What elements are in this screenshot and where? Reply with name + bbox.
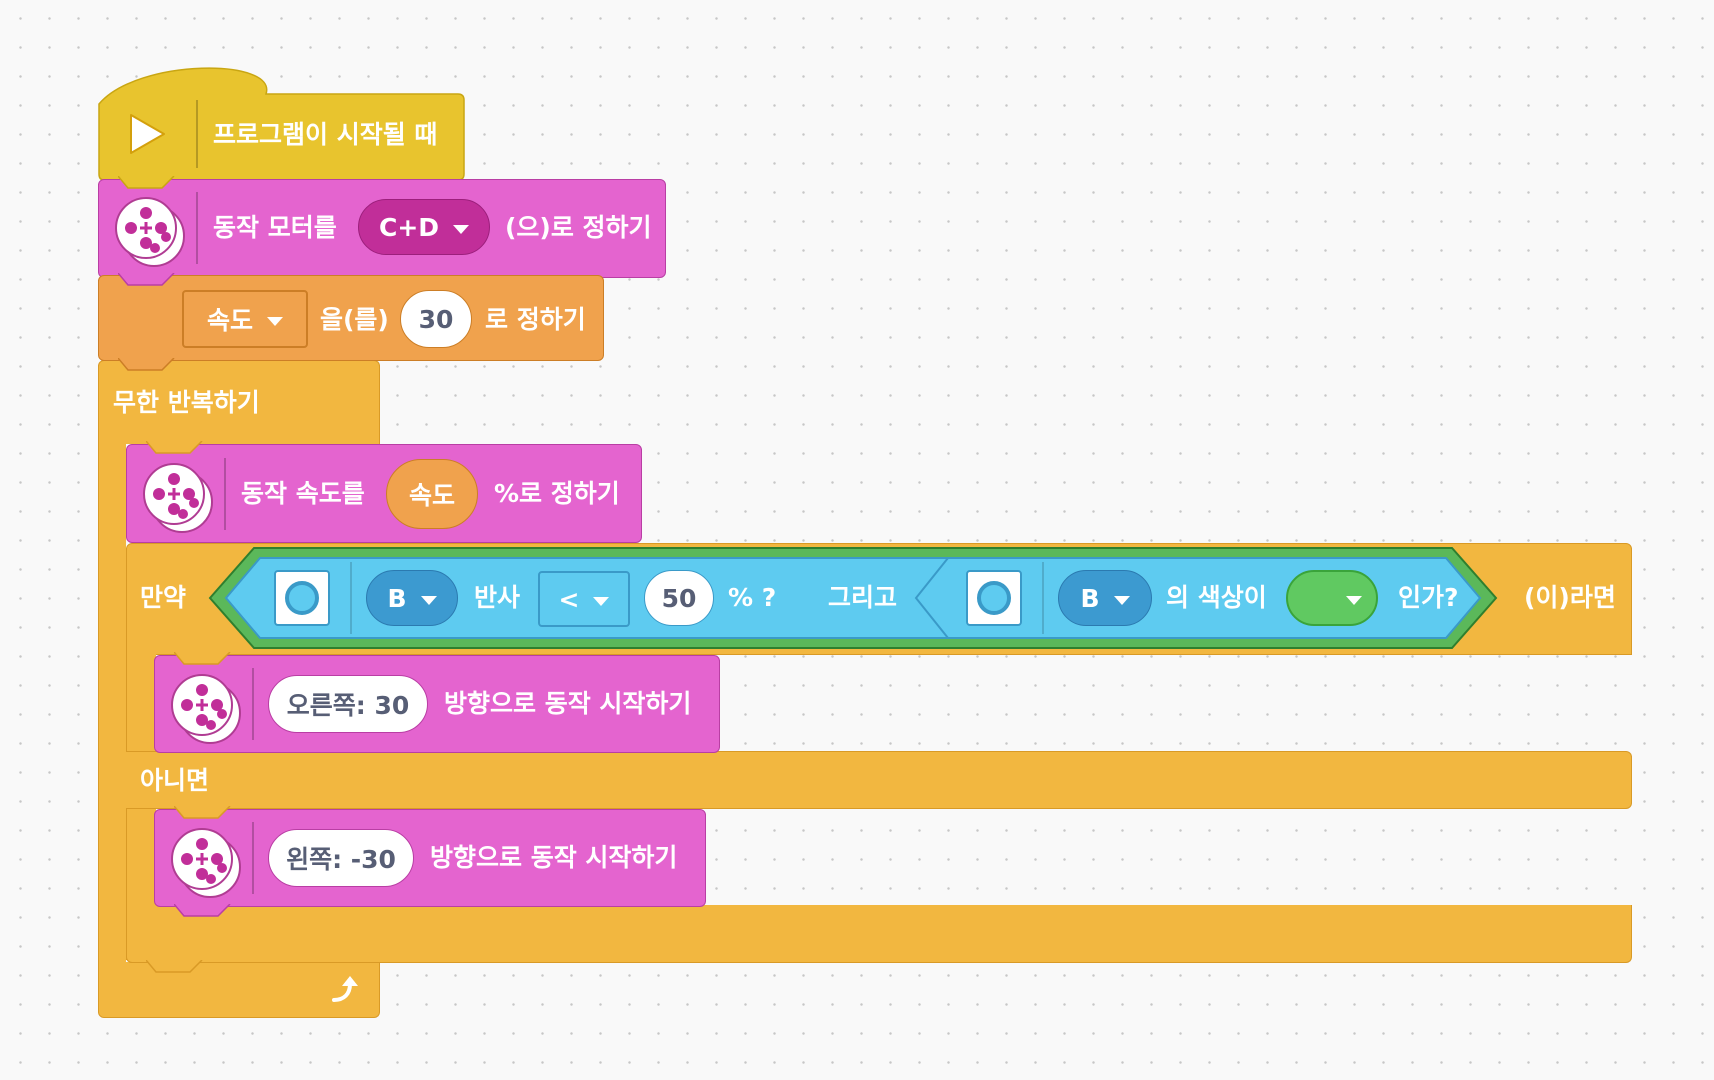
chevron-down-icon bbox=[420, 595, 437, 605]
notch bbox=[174, 806, 231, 819]
color-of-label: 의 색상이 bbox=[1166, 583, 1267, 612]
canvas: { "colors": { "event": "#e8c42e", "motor… bbox=[0, 0, 1714, 1080]
motor-ports-value: C+D bbox=[378, 212, 440, 242]
notch bbox=[174, 904, 231, 917]
start-left-suffix: 방향으로 동작 시작하기 bbox=[430, 843, 678, 872]
reflect-value-input[interactable]: 50 bbox=[644, 570, 714, 626]
percent-question-label: % ? bbox=[728, 583, 777, 612]
notch bbox=[118, 176, 175, 189]
notch bbox=[146, 441, 203, 454]
steering-right-input[interactable]: 오른쪽: 30 bbox=[268, 675, 428, 733]
chevron-down-icon bbox=[593, 596, 610, 606]
set-variable-middle: 을(를) bbox=[320, 305, 389, 334]
motor-ports-dropdown[interactable]: C+D bbox=[358, 199, 490, 255]
separator bbox=[196, 100, 198, 168]
set-motors-suffix: (으)로 정하기 bbox=[505, 213, 652, 242]
separator bbox=[1042, 562, 1044, 634]
steering-right-value: 오른쪽: 30 bbox=[286, 691, 410, 720]
chevron-down-icon bbox=[267, 316, 283, 326]
operator-dropdown[interactable]: < bbox=[538, 571, 630, 627]
motor-pair-icon bbox=[114, 196, 186, 268]
else-bar bbox=[126, 751, 1632, 809]
separator bbox=[252, 668, 254, 740]
separator bbox=[224, 458, 226, 530]
motor-pair-icon bbox=[170, 673, 242, 745]
variable-value-input[interactable]: 30 bbox=[400, 290, 472, 348]
chevron-down-icon bbox=[1113, 595, 1130, 605]
color-sensor-icon bbox=[966, 570, 1022, 626]
then-label: (이)라면 bbox=[1524, 583, 1616, 612]
steering-left-input[interactable]: 왼쪽: -30 bbox=[268, 829, 414, 887]
separator bbox=[350, 562, 352, 634]
speed-variable-reporter[interactable]: 속도 bbox=[386, 459, 478, 529]
set-motors-label: 동작 모터를 bbox=[213, 213, 337, 242]
reflect-label: 반사 bbox=[474, 583, 521, 612]
color-dropdown[interactable] bbox=[1286, 570, 1378, 626]
notch bbox=[146, 960, 203, 973]
loop-arrow-icon bbox=[332, 976, 358, 1002]
chevron-down-icon bbox=[1346, 595, 1362, 605]
is-question-label: 인가? bbox=[1398, 583, 1459, 612]
else-label: 아니면 bbox=[140, 766, 210, 795]
chevron-down-icon bbox=[453, 224, 470, 234]
set-variable-suffix: 로 정하기 bbox=[485, 305, 586, 334]
set-speed-label: 동작 속도를 bbox=[241, 479, 365, 508]
play-icon bbox=[130, 114, 165, 154]
variable-dropdown[interactable]: 속도 bbox=[182, 290, 308, 348]
color-sensor-icon bbox=[274, 570, 330, 626]
steering-left-value: 왼쪽: -30 bbox=[286, 845, 396, 874]
forever-label: 무한 반복하기 bbox=[113, 388, 260, 417]
port-value: B bbox=[1080, 583, 1100, 613]
motor-pair-icon bbox=[142, 462, 214, 534]
when-start-label: 프로그램이 시작될 때 bbox=[213, 120, 438, 149]
reflect-value: 50 bbox=[661, 583, 697, 613]
variable-value: 30 bbox=[418, 304, 454, 334]
variable-name: 속도 bbox=[206, 306, 253, 335]
and-label: 그리고 bbox=[828, 583, 898, 612]
notch bbox=[118, 273, 175, 286]
operator-value: < bbox=[558, 584, 580, 614]
port-dropdown-right[interactable]: B bbox=[1058, 570, 1152, 626]
if-else-footer-left bbox=[126, 905, 166, 963]
motor-pair-icon bbox=[170, 827, 242, 899]
if-label: 만약 bbox=[140, 583, 187, 612]
speed-variable-value: 속도 bbox=[408, 481, 455, 510]
separator bbox=[196, 192, 198, 264]
set-speed-suffix: %로 정하기 bbox=[494, 479, 620, 508]
forever-arm bbox=[98, 440, 126, 970]
notch bbox=[174, 652, 231, 665]
notch bbox=[118, 358, 175, 371]
start-right-suffix: 방향으로 동작 시작하기 bbox=[444, 689, 692, 718]
if-else-footer bbox=[126, 905, 1632, 963]
port-dropdown-left[interactable]: B bbox=[366, 570, 458, 626]
separator bbox=[252, 822, 254, 894]
port-value: B bbox=[387, 583, 407, 613]
